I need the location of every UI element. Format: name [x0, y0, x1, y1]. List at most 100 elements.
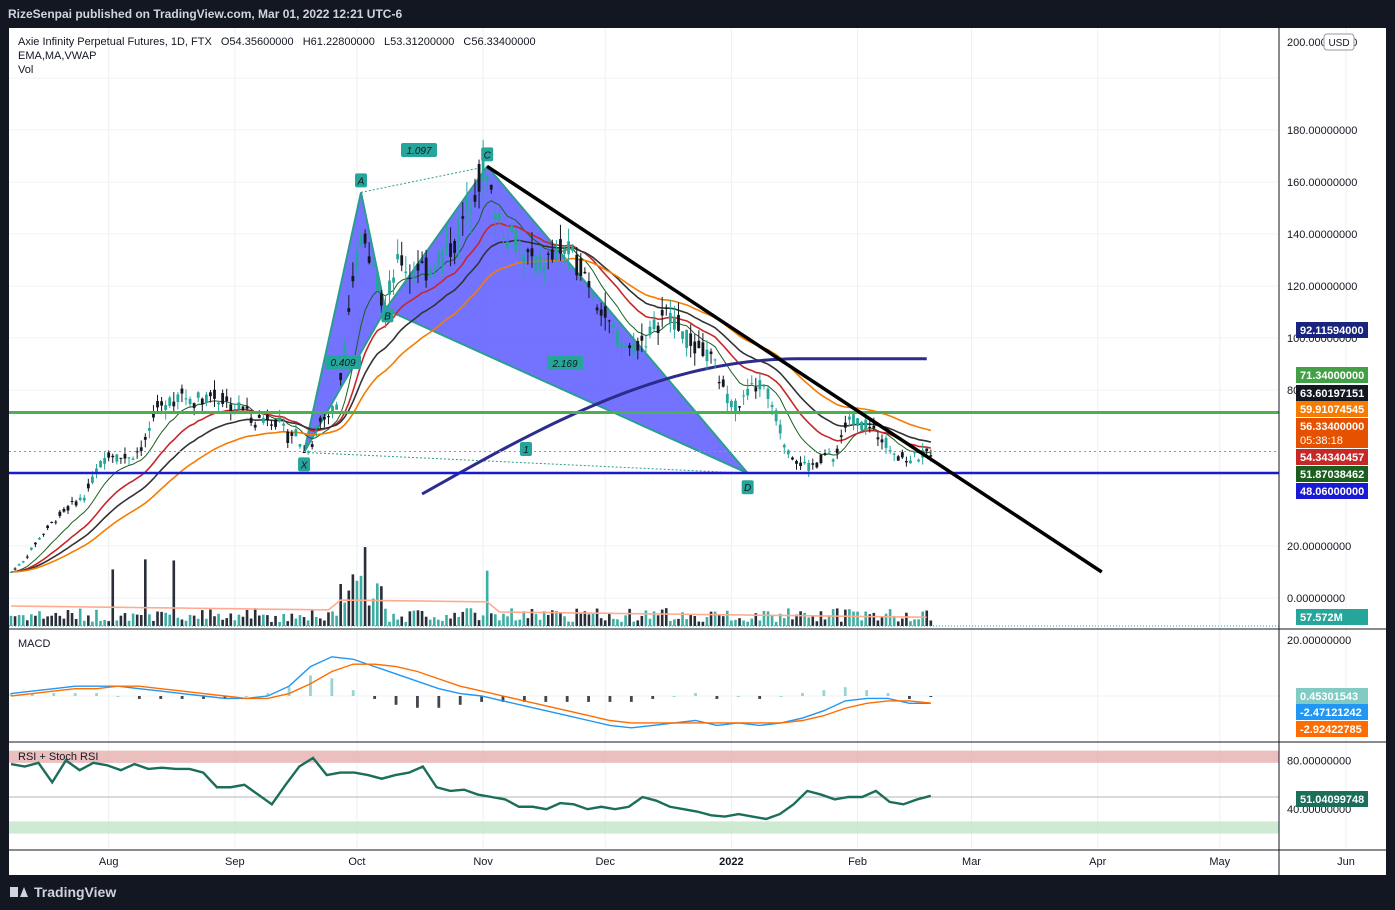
candle-body: [233, 408, 237, 410]
volume-bar: [901, 618, 904, 626]
candle-body: [229, 404, 233, 412]
volume-bar: [294, 618, 298, 626]
volume-bar: [282, 614, 285, 626]
candle-body: [127, 457, 131, 459]
macd-line: [10, 656, 931, 729]
candle-body: [302, 452, 306, 454]
volume-bar: [91, 621, 94, 626]
stoch-oversold-band: [9, 821, 1279, 834]
macd-histogram-bar: [801, 693, 804, 696]
candle-body: [322, 416, 326, 420]
volume-bar: [42, 618, 45, 626]
volume-bar: [257, 615, 261, 626]
volume-bar: [835, 608, 839, 626]
candle-body: [408, 277, 412, 279]
volume-bar: [530, 608, 534, 626]
candle-body: [371, 263, 375, 267]
volume-bar: [335, 615, 338, 626]
candle-body: [526, 249, 530, 253]
label-ema-slow-text: 59.91074545: [1300, 404, 1364, 416]
volume-bar: [200, 610, 204, 626]
candle-body: [595, 307, 599, 311]
volume-bar: [807, 617, 811, 626]
candle-body: [876, 437, 880, 440]
candle-body: [766, 388, 770, 399]
candle-body: [591, 296, 595, 298]
volume-bar: [392, 613, 395, 626]
volume-bar: [87, 615, 90, 626]
candle-body: [139, 447, 143, 451]
candle-body: [559, 239, 562, 254]
volume-bar: [693, 616, 697, 626]
candle-body: [929, 455, 933, 457]
candle-body: [473, 194, 477, 202]
volume-bar: [758, 620, 762, 626]
volume-bar: [461, 611, 465, 626]
candle-body: [701, 342, 705, 357]
candle-body: [616, 330, 619, 347]
volume-bar: [522, 611, 526, 626]
candle-body: [852, 414, 855, 425]
label-macd-text: -2.47121242: [1300, 707, 1362, 719]
macd-histogram-bar: [886, 693, 890, 696]
label-ema-slow: 59.91074545: [1296, 401, 1368, 417]
candle-body: [111, 455, 115, 458]
ohlc-close: C56.33400000: [463, 36, 536, 48]
volume-bar: [95, 609, 98, 626]
volume-bar: [465, 608, 469, 626]
volume-bar: [233, 620, 237, 626]
volume-bar: [510, 608, 513, 626]
currency-badge-text: USD: [1328, 38, 1349, 49]
chart-svg[interactable]: X A B C D 1.097 0.409 2.169 1 180.00000000 160.00…: [9, 28, 1386, 875]
chart-legend: Axie Infinity Perpetual Futures, 1D, FTX…: [18, 35, 542, 77]
volume-bar: [848, 609, 851, 626]
candle-body: [261, 417, 265, 423]
volume-bar: [811, 615, 815, 626]
volume-bar: [872, 612, 876, 626]
candle-body: [583, 271, 587, 274]
rsi-title[interactable]: RSI + Stoch RSI: [18, 751, 98, 763]
volume-bar: [144, 559, 147, 626]
candle-body: [750, 383, 754, 385]
macd-histogram-bar: [651, 696, 655, 699]
candle-body: [221, 393, 225, 404]
label-signal-text: -2.92422785: [1300, 724, 1362, 736]
volume-bar: [400, 616, 404, 626]
chart-frame[interactable]: X A B C D 1.097 0.409 2.169 1 180.00000000 160.00…: [9, 28, 1386, 875]
candle-body: [721, 379, 725, 387]
candle-body: [465, 196, 469, 212]
volume-bars: [9, 547, 933, 626]
volume-bar: [156, 611, 159, 626]
indicators-label[interactable]: EMA,MA,VWAP: [18, 49, 542, 63]
candle-body: [864, 419, 868, 430]
volume-bar: [905, 612, 908, 626]
volume-bar: [534, 613, 538, 626]
volume-bar: [579, 613, 583, 626]
volume-bar: [876, 620, 880, 626]
tradingview-logo[interactable]: TradingView: [10, 884, 116, 900]
candle-body: [546, 253, 550, 255]
candle-body: [603, 306, 607, 318]
candle-body: [848, 416, 851, 420]
candle-body: [754, 387, 758, 392]
volume-bar: [164, 612, 167, 626]
volume-bar: [262, 614, 265, 626]
volume-label[interactable]: Vol: [18, 63, 542, 77]
candle-body: [856, 418, 859, 426]
volume-bar: [196, 618, 200, 626]
macd-title[interactable]: MACD: [18, 638, 50, 650]
volume-bar: [587, 614, 591, 626]
macd-histogram-bar: [351, 690, 355, 696]
volume-bar: [221, 619, 224, 626]
candle-body: [188, 398, 192, 405]
volume-bar: [70, 613, 74, 626]
candle-body: [131, 458, 135, 460]
candle-body: [396, 254, 400, 260]
time-tick-1: Sep: [225, 856, 245, 868]
candle-body: [50, 521, 54, 523]
volume-bar: [58, 615, 62, 626]
macd-histogram-bar: [330, 678, 334, 696]
volume-bar: [827, 615, 831, 626]
candle-body: [799, 462, 802, 467]
candle-body: [758, 380, 762, 390]
